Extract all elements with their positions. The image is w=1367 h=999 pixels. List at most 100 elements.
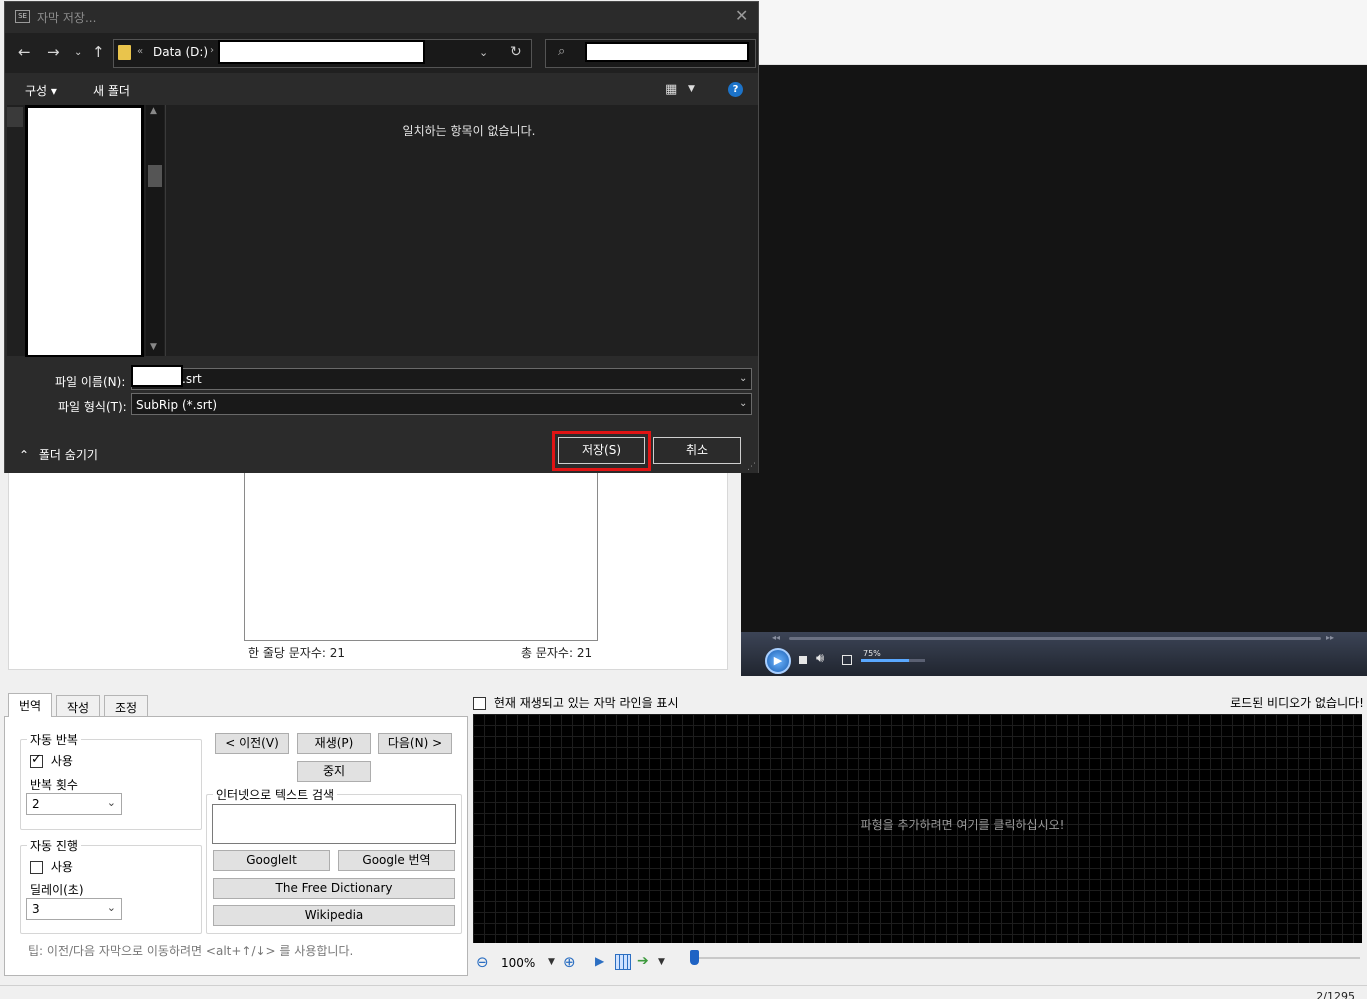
auto-continue-title: 자동 진행 (30, 839, 78, 853)
help-icon[interactable]: ? (728, 82, 743, 97)
go-next-dropdown-icon[interactable]: ▼ (658, 957, 665, 967)
waveform-play-icon[interactable]: ▶ (595, 954, 604, 968)
waveform-message[interactable]: 파형을 추가하려면 여기를 클릭하십시오! (473, 816, 1367, 833)
redacted-search-text[interactable] (585, 42, 749, 62)
resize-grip-icon[interactable]: ⋰ (747, 462, 756, 472)
breadcrumb-separator[interactable]: › (210, 45, 214, 56)
chevron-down-icon[interactable]: ⌄ (739, 373, 747, 384)
video-area[interactable] (741, 65, 1367, 676)
chars-per-line-label: 한 줄당 문자수: 21 (248, 646, 345, 660)
seek-bar[interactable] (789, 637, 1321, 640)
organize-button[interactable]: 구성 ▾ (25, 82, 57, 99)
scroll-up-icon[interactable]: ▲ (150, 106, 157, 116)
scroll-thumb[interactable] (148, 165, 162, 187)
view-icon[interactable]: ▦ (665, 82, 677, 97)
delay-select[interactable]: 3 ⌄ (26, 898, 122, 920)
hide-folders-toggle[interactable]: ⌃ 폴더 숨기기 (19, 446, 98, 463)
redacted-path (218, 40, 425, 64)
show-current-line-row[interactable]: 현재 재생되고 있는 자막 라인을 표시 (473, 694, 679, 711)
chevron-down-icon: ⌄ (106, 901, 116, 914)
internet-search-title: 인터넷으로 텍스트 검색 (216, 788, 335, 802)
chevron-down-icon: ⌄ (106, 796, 116, 809)
delay-label: 딜레이(초) (30, 883, 84, 897)
auto-repeat-checkbox[interactable] (30, 752, 43, 768)
seek-forward-icon[interactable]: ▸▸ (1326, 633, 1334, 642)
save-button[interactable]: 저장(S) (558, 437, 645, 464)
prev-button[interactable]: < 이전(V) (215, 733, 289, 754)
app-icon: SE (15, 10, 30, 23)
auto-continue-use-label: 사용 (50, 860, 73, 874)
breadcrumb-overflow[interactable]: « (137, 46, 143, 57)
chevron-down-icon[interactable]: ⌄ (479, 46, 488, 59)
dialog-title: 자막 저장... (37, 11, 97, 25)
scroll-down-icon[interactable]: ▼ (150, 342, 157, 352)
close-icon[interactable]: ✕ (735, 6, 748, 25)
fullscreen-icon[interactable] (842, 655, 852, 665)
file-type-value: SubRip (*.srt) (136, 398, 218, 412)
breadcrumb-drive[interactable]: Data (D:) (153, 45, 208, 59)
status-bar (0, 985, 1367, 999)
save-subtitle-dialog: SE 자막 저장... ✕ ← → ⌄ ↑ « Data (D:) › ⌄ ↻ … (4, 1, 759, 473)
next-button[interactable]: 다음(N) > (378, 733, 452, 754)
dialog-titlebar (5, 2, 758, 33)
subtitle-text-box[interactable] (244, 470, 598, 641)
up-icon[interactable]: ↑ (92, 43, 105, 61)
auto-continue-use-row[interactable]: 사용 (30, 858, 73, 875)
file-name-input[interactable] (131, 368, 752, 390)
file-name-label: 파일 이름(N): (55, 375, 126, 389)
zoom-out-icon[interactable]: ⊖ (476, 953, 489, 971)
waveform-position-slider[interactable] (690, 957, 1360, 959)
chevron-down-icon[interactable]: ⌄ (739, 398, 747, 409)
folder-icon (118, 45, 131, 60)
seek-back-icon[interactable]: ◂◂ (772, 633, 780, 642)
stop-icon[interactable] (799, 656, 807, 664)
play-icon: ▶ (773, 654, 783, 667)
waveform-slider-thumb[interactable] (690, 950, 699, 965)
auto-continue-checkbox[interactable] (30, 861, 43, 874)
new-folder-button[interactable]: 새 폴더 (93, 82, 130, 99)
go-next-icon[interactable]: ➔ (637, 953, 649, 969)
nav-pane-scrollbar[interactable] (146, 105, 164, 356)
recent-dropdown-icon[interactable]: ⌄ (74, 47, 82, 58)
repeat-count-label: 반복 횟수 (30, 778, 78, 792)
refresh-icon[interactable]: ↻ (510, 44, 522, 60)
hide-folders-label: 폴더 숨기기 (38, 448, 98, 462)
stop-button[interactable]: 중지 (297, 761, 371, 782)
file-list-pane[interactable] (165, 105, 758, 356)
google-translate-button[interactable]: Google 번역 (338, 850, 455, 871)
tab-translate[interactable]: 번역 (8, 693, 53, 717)
zoom-dropdown-icon[interactable]: ▼ (548, 957, 555, 967)
volume-fill (861, 659, 909, 662)
redacted-folder-tree (25, 105, 144, 358)
free-dictionary-button[interactable]: The Free Dictionary (213, 878, 455, 899)
top-strip (758, 0, 1367, 65)
volume-label: 75% (863, 649, 881, 658)
show-current-line-checkbox[interactable] (473, 697, 486, 710)
tab-adjust[interactable]: 조정 (104, 695, 149, 717)
repeat-count-select[interactable]: 2 ⌄ (26, 793, 122, 815)
back-icon[interactable]: ← (18, 43, 31, 61)
subtitle-count: 2/1295 (1316, 990, 1355, 999)
zoom-value[interactable]: 100% (501, 956, 535, 970)
search-icon: ⌕ (558, 44, 566, 59)
file-type-label: 파일 형식(T): (58, 400, 127, 414)
search-text-input[interactable] (212, 804, 456, 844)
volume-icon[interactable]: 🔊︎ (816, 651, 824, 666)
auto-repeat-title: 자동 반복 (30, 733, 78, 747)
file-type-select[interactable] (131, 393, 752, 415)
wikipedia-button[interactable]: Wikipedia (213, 905, 455, 926)
chevron-up-icon: ⌃ (19, 448, 30, 462)
play-button[interactable]: ▶ (765, 648, 791, 674)
tab-create[interactable]: 작성 (56, 695, 101, 717)
cancel-button[interactable]: 취소 (653, 437, 741, 464)
spectrogram-icon[interactable] (615, 954, 631, 970)
delay-value: 3 (32, 902, 40, 916)
zoom-in-icon[interactable]: ⊕ (563, 953, 576, 971)
empty-message: 일치하는 항목이 없습니다. (402, 124, 536, 138)
view-dropdown-icon[interactable]: ▼ (688, 84, 695, 94)
googleit-button[interactable]: GoogleIt (213, 850, 330, 871)
forward-icon[interactable]: → (47, 43, 60, 61)
tip-text: 팁: 이전/다음 자막으로 이동하려면 <alt+↑/↓> 를 사용합니다. (28, 944, 354, 958)
auto-repeat-use-row[interactable]: 사용 (30, 752, 73, 769)
play-subtitle-button[interactable]: 재생(P) (297, 733, 371, 754)
